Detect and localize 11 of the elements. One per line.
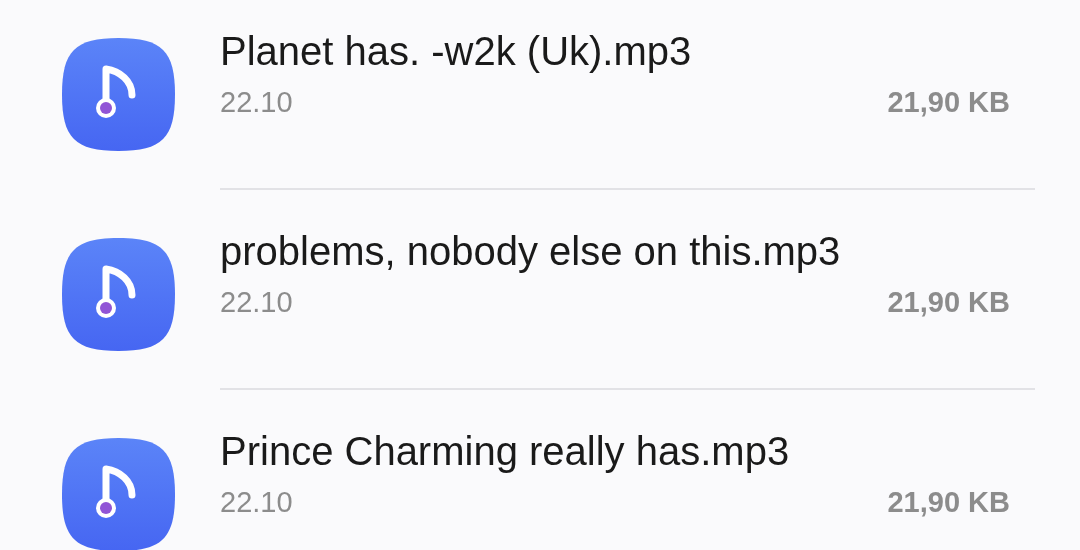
file-name: problems, nobody else on this.mp3 — [220, 228, 842, 274]
file-name: Prince Charming really has.mp3 — [220, 428, 791, 474]
file-size: 21,90 KB — [887, 486, 1010, 519]
file-date: 22.10 — [220, 486, 293, 519]
file-date: 22.10 — [220, 286, 293, 319]
music-file-icon — [62, 38, 175, 151]
file-date: 22.10 — [220, 86, 293, 119]
file-size: 21,90 KB — [887, 286, 1010, 319]
music-file-icon — [62, 238, 175, 351]
file-size: 21,90 KB — [887, 86, 1010, 119]
file-name: Planet has. -w2k (Uk).mp3 — [220, 28, 693, 74]
